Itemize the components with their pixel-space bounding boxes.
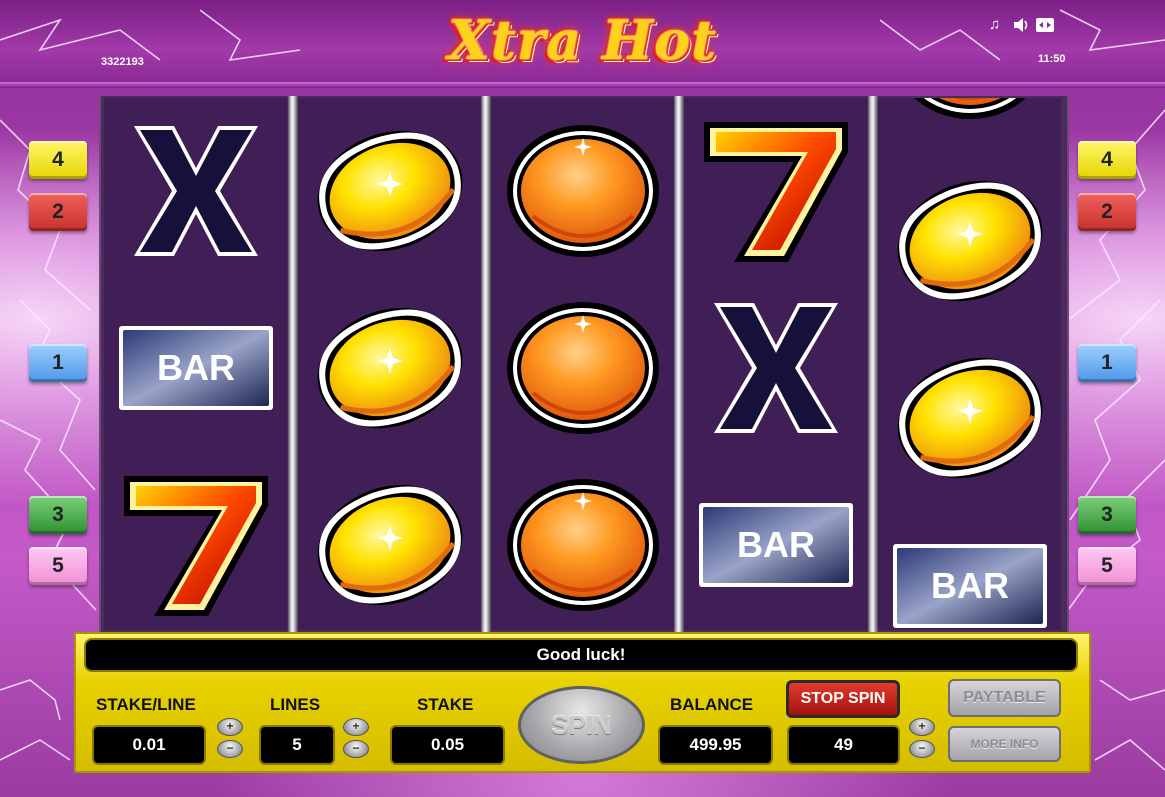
spin-button[interactable]: SPIN	[518, 686, 645, 764]
lines-value: 5	[261, 727, 333, 763]
music-note-icon[interactable]: ♫	[989, 17, 1000, 33]
reel-3	[491, 98, 674, 630]
line-marker-2[interactable]: 2	[29, 193, 87, 231]
reel-separator	[481, 96, 491, 632]
stake-label: STAKE	[417, 695, 474, 714]
svg-text:BAR: BAR	[931, 565, 1009, 606]
autoplay-decrease-button[interactable]: −	[909, 740, 935, 758]
clock: 11:50	[1038, 53, 1066, 65]
line-marker-1[interactable]: 1	[1078, 344, 1136, 382]
symbol-lemon	[317, 130, 462, 252]
symbol-lemon	[317, 484, 462, 606]
stake-per-line-decrease-button[interactable]: −	[217, 740, 243, 758]
svg-text:BAR: BAR	[737, 524, 815, 565]
symbol-seven	[123, 476, 268, 616]
lines-increase-button[interactable]: +	[343, 718, 369, 736]
message-bar: Good luck!	[86, 640, 1076, 670]
line-marker-2[interactable]: 2	[1078, 193, 1136, 231]
stake-value: 0.05	[392, 727, 503, 763]
symbol-seven	[703, 122, 848, 262]
svg-text:BAR: BAR	[157, 347, 235, 388]
line-marker-4[interactable]: 4	[1078, 141, 1136, 179]
stake-per-line-label: STAKE/LINE	[96, 695, 196, 714]
lines-stepper: + −	[343, 718, 369, 762]
lines-label: LINES	[270, 695, 321, 714]
more-info-button[interactable]: MORE INFO	[948, 726, 1061, 762]
speaker-icon[interactable]	[1013, 17, 1031, 37]
line-marker-4[interactable]: 4	[29, 141, 87, 179]
reel-1: BAR	[104, 98, 287, 630]
stake-per-line-value: 0.01	[94, 727, 204, 763]
line-marker-3[interactable]: 3	[29, 496, 87, 534]
autoplay-stepper: + −	[909, 718, 935, 762]
symbol-orange	[913, 98, 1026, 119]
stake-per-line-stepper: + −	[217, 718, 243, 762]
fullscreen-icon[interactable]	[1036, 17, 1054, 37]
reel-2	[298, 98, 481, 630]
line-marker-3[interactable]: 3	[1078, 496, 1136, 534]
line-marker-1[interactable]: 1	[29, 344, 87, 382]
reel-separator	[288, 96, 298, 632]
symbol-lemon	[897, 357, 1042, 479]
symbol-lemon	[317, 307, 462, 429]
autoplay-count-value: 49	[789, 727, 898, 763]
autoplay-increase-button[interactable]: +	[909, 718, 935, 736]
logo-text: Xtra Hot	[447, 8, 718, 72]
stake-per-line-increase-button[interactable]: +	[217, 718, 243, 736]
reel-separator	[868, 96, 878, 632]
balance-value: 499.95	[660, 727, 771, 763]
balance-label: BALANCE	[670, 695, 754, 714]
reel-4: BAR	[684, 98, 867, 630]
symbol-orange	[506, 479, 659, 611]
symbol-bar: BAR	[118, 326, 273, 410]
symbol-bar: BAR	[892, 544, 1047, 628]
game-logo: Xtra Hot	[410, 0, 755, 82]
top-bar-border	[0, 82, 1165, 88]
lines-decrease-button[interactable]: −	[343, 740, 369, 758]
symbol-lemon	[897, 180, 1042, 302]
symbol-x	[133, 126, 258, 256]
symbol-orange	[506, 125, 659, 257]
line-marker-5[interactable]: 5	[29, 547, 87, 585]
line-marker-5[interactable]: 5	[1078, 547, 1136, 585]
reel-5: BAR	[878, 98, 1061, 630]
paytable-button[interactable]: PAYTABLE	[948, 679, 1061, 717]
symbol-bar: BAR	[698, 503, 853, 587]
symbol-orange	[506, 302, 659, 434]
session-id: 3322193	[101, 56, 144, 68]
symbol-x	[713, 303, 838, 433]
stop-spin-button[interactable]: STOP SPIN	[786, 680, 900, 718]
reel-separator	[674, 96, 684, 632]
